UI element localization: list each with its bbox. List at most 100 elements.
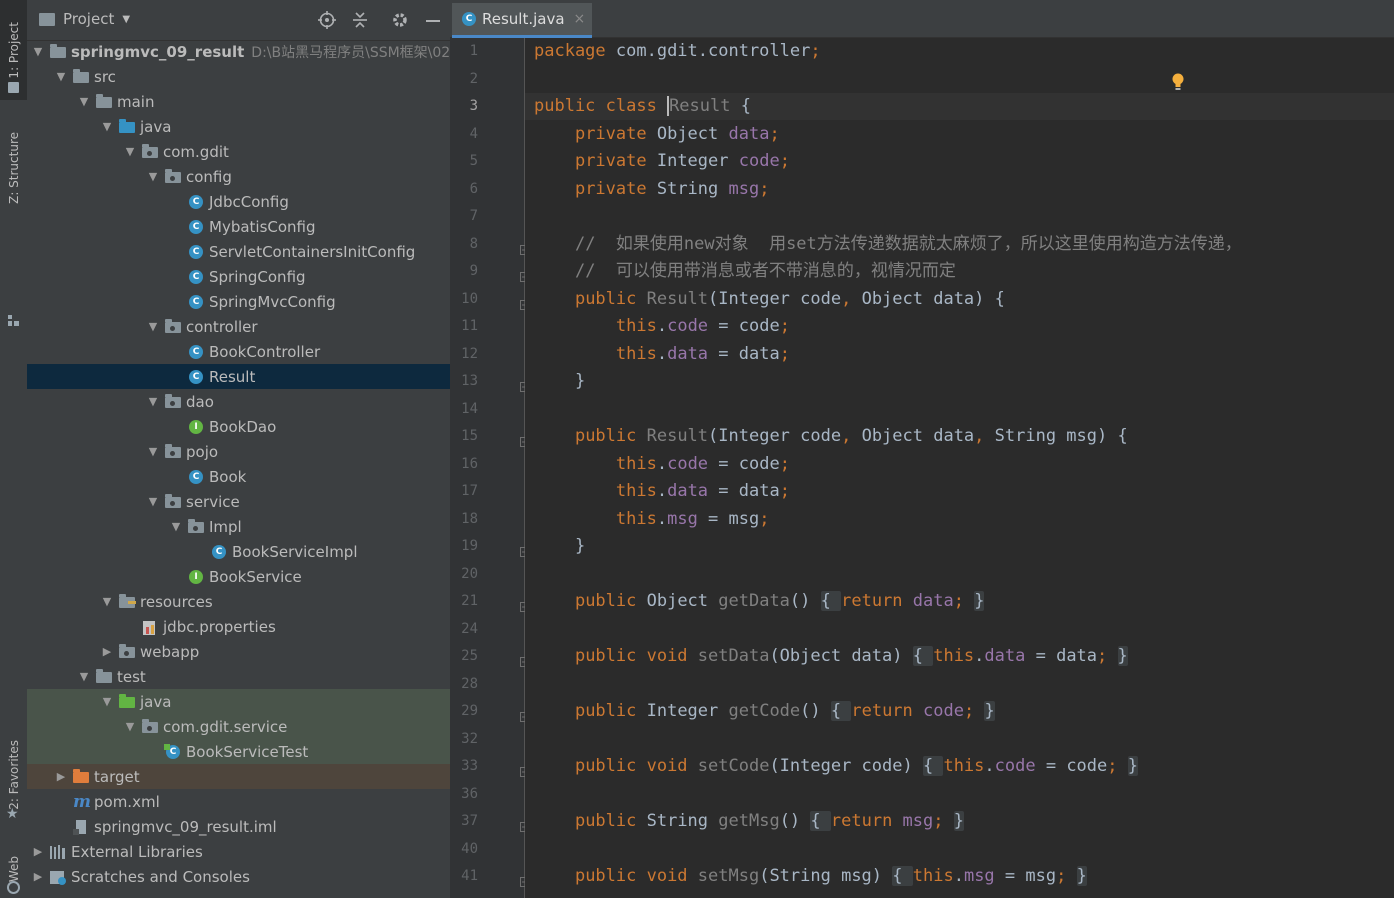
tree-item[interactable]: C Result — [27, 364, 450, 389]
code-line[interactable]: // 可以使用带消息或者不带消息的，视情况而定 — [525, 258, 1394, 285]
code-line[interactable]: this.code = code; — [525, 451, 1394, 478]
code-line[interactable] — [525, 616, 1394, 643]
code-line[interactable]: public void setMsg(String msg) { this.ms… — [525, 863, 1394, 890]
tree-item[interactable]: m pom.xml — [27, 789, 450, 814]
editor-tab-result[interactable]: C Result.java × — [452, 3, 592, 38]
code-line[interactable] — [525, 836, 1394, 863]
tree-item[interactable]: ▼ test — [27, 664, 450, 689]
package-icon — [187, 518, 205, 535]
expand-arrow-icon[interactable]: ▼ — [31, 45, 45, 58]
code-line[interactable]: public void setData(Object data) { this.… — [525, 643, 1394, 670]
tree-item[interactable]: ▶ Scratches and Consoles — [27, 864, 450, 889]
code-line[interactable] — [525, 781, 1394, 808]
favorites-tool-tab[interactable]: 2: Favorites ★ — [0, 725, 27, 825]
code-line[interactable]: package com.gdit.controller; — [525, 38, 1394, 65]
expand-arrow-icon[interactable]: ▼ — [54, 70, 68, 83]
tree-item[interactable]: ▼ config — [27, 164, 450, 189]
tree-item[interactable]: C BookServiceTest — [27, 739, 450, 764]
minimize-icon[interactable] — [424, 11, 442, 29]
code-line[interactable] — [525, 726, 1394, 753]
tree-item[interactable]: C SpringMvcConfig — [27, 289, 450, 314]
code-line[interactable]: this.msg = msg; — [525, 506, 1394, 533]
expand-arrow-icon[interactable]: ▼ — [123, 145, 137, 158]
code-token: return — [851, 701, 924, 721]
tree-item[interactable]: C BookServiceImpl — [27, 539, 450, 564]
tree-item[interactable]: I BookDao — [27, 414, 450, 439]
tree-item[interactable]: ▼ resources — [27, 589, 450, 614]
structure-tool-tab[interactable]: Z: Structure — [0, 115, 27, 326]
tree-item[interactable]: ▼ controller — [27, 314, 450, 339]
code-line[interactable] — [525, 561, 1394, 588]
expand-arrow-icon[interactable]: ▼ — [100, 595, 114, 608]
gear-icon[interactable] — [391, 11, 409, 29]
tree-item[interactable]: ▼ service — [27, 489, 450, 514]
expand-arrow-icon[interactable]: ▼ — [169, 520, 183, 533]
tree-item[interactable]: ▼ Impl — [27, 514, 450, 539]
expand-arrow-icon[interactable]: ▼ — [123, 720, 137, 733]
code-line[interactable]: this.data = data; — [525, 478, 1394, 505]
close-icon[interactable]: × — [574, 11, 586, 27]
tree-item[interactable]: ▼ src — [27, 64, 450, 89]
tree-item[interactable]: ▶ External Libraries — [27, 839, 450, 864]
collapse-arrow-icon[interactable]: ▶ — [54, 770, 68, 783]
code-line[interactable]: private Object data; — [525, 121, 1394, 148]
tree-item[interactable]: C MybatisConfig — [27, 214, 450, 239]
code-line[interactable] — [525, 396, 1394, 423]
expand-arrow-icon[interactable]: ▼ — [146, 395, 160, 408]
code-line[interactable]: // 如果使用new对象 用set方法传递数据就太麻烦了，所以这里使用构造方法传… — [525, 231, 1394, 258]
code-line[interactable]: } — [525, 533, 1394, 560]
tree-item[interactable]: ▼ main — [27, 89, 450, 114]
tree-item[interactable]: C ServletContainersInitConfig — [27, 239, 450, 264]
project-tool-tab[interactable]: 1: Project — [0, 0, 27, 100]
code-token: msg — [667, 508, 698, 529]
tree-item[interactable]: ▼ dao — [27, 389, 450, 414]
code-line[interactable] — [525, 203, 1394, 230]
tree-item[interactable]: jdbc.properties — [27, 614, 450, 639]
tree-item[interactable]: ▼ java — [27, 689, 450, 714]
collapse-arrow-icon[interactable]: ▶ — [31, 870, 45, 883]
collapse-arrow-icon[interactable]: ▶ — [100, 645, 114, 658]
code-line[interactable]: private Integer code; — [525, 148, 1394, 175]
tree-item[interactable]: ▼ com.gdit — [27, 139, 450, 164]
expand-arrow-icon[interactable]: ▼ — [77, 670, 91, 683]
code-token: ; — [769, 123, 780, 144]
tree-item[interactable]: C JdbcConfig — [27, 189, 450, 214]
tree-item[interactable]: I BookService — [27, 564, 450, 589]
code-line[interactable]: public Result(Integer code, Object data,… — [525, 423, 1394, 450]
project-view-selector[interactable]: Project ▼ — [39, 10, 130, 28]
code-line[interactable]: private String msg; — [525, 176, 1394, 203]
web-tool-tab[interactable]: Web — [0, 840, 27, 898]
code-line[interactable]: public Object getData() { return data; } — [525, 588, 1394, 615]
code-line[interactable] — [525, 66, 1394, 93]
code-line[interactable] — [525, 671, 1394, 698]
code-editor[interactable]: package com.gdit.controller; public class… — [525, 38, 1394, 898]
expand-arrow-icon[interactable]: ▼ — [146, 445, 160, 458]
code-line[interactable]: public Result(Integer code, Object data)… — [525, 286, 1394, 313]
expand-arrow-icon[interactable]: ▼ — [100, 695, 114, 708]
tree-item[interactable]: C BookController — [27, 339, 450, 364]
tree-item[interactable]: ▶ target — [27, 764, 450, 789]
tree-item[interactable]: ▼ springmvc_09_result D:\B站黑马程序员\SSM框架\02 — [27, 39, 450, 64]
collapse-all-icon[interactable] — [351, 11, 369, 29]
tree-item[interactable]: ▼ java — [27, 114, 450, 139]
expand-arrow-icon[interactable]: ▼ — [77, 95, 91, 108]
expand-arrow-icon[interactable]: ▼ — [146, 495, 160, 508]
code-line[interactable]: public String getMsg() { return msg; } — [525, 808, 1394, 835]
locate-icon[interactable] — [318, 11, 336, 29]
expand-arrow-icon[interactable]: ▼ — [146, 170, 160, 183]
code-line[interactable]: this.data = data; — [525, 341, 1394, 368]
expand-arrow-icon[interactable]: ▼ — [100, 120, 114, 133]
collapse-arrow-icon[interactable]: ▶ — [31, 845, 45, 858]
code-line[interactable]: public Integer getCode() { return code; … — [525, 698, 1394, 725]
expand-arrow-icon[interactable]: ▼ — [146, 320, 160, 333]
tree-item[interactable]: C SpringConfig — [27, 264, 450, 289]
tree-item[interactable]: ▼ pojo — [27, 439, 450, 464]
tree-item[interactable]: ▼ com.gdit.service — [27, 714, 450, 739]
code-line[interactable]: public void setCode(Integer code) { this… — [525, 753, 1394, 780]
code-line[interactable]: public class Result { — [525, 93, 1394, 120]
tree-item[interactable]: ▶ webapp — [27, 639, 450, 664]
tree-item[interactable]: springmvc_09_result.iml — [27, 814, 450, 839]
code-line[interactable]: } — [525, 368, 1394, 395]
tree-item[interactable]: C Book — [27, 464, 450, 489]
code-line[interactable]: this.code = code; — [525, 313, 1394, 340]
